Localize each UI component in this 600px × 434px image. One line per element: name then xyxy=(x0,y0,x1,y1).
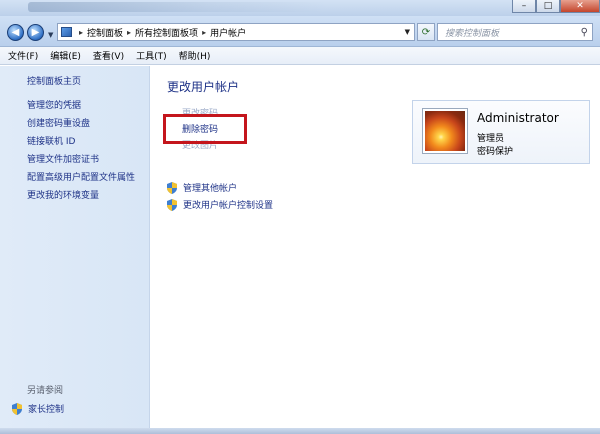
sidebar-item-password-reset-disk[interactable]: 创建密码重设盘 xyxy=(27,118,135,136)
avatar[interactable] xyxy=(422,108,468,154)
navigation-bar: ◀ ▶ ▼ ▸ 控制面板 ▸ 所有控制面板项 ▸ 用户帐户 ▼ ⟳ 搜索控制面板… xyxy=(0,16,600,47)
sidebar: 控制面板主页 管理您的凭据 创建密码重设盘 链接联机 ID 管理文件加密证书 配… xyxy=(0,66,150,434)
admin-links: 管理其他帐户 更改用户帐户控制设置 xyxy=(167,179,273,213)
window: – □ ✕ ◀ ▶ ▼ ▸ 控制面板 ▸ 所有控制面板项 ▸ 用户帐户 ▼ ⟳ … xyxy=(0,0,600,434)
breadcrumb-separator-icon[interactable]: ▸ xyxy=(79,28,83,37)
manage-other-accounts-label: 管理其他帐户 xyxy=(183,184,238,194)
menu-file[interactable]: 文件(F) xyxy=(8,49,38,62)
sidebar-item-file-encryption-certificates[interactable]: 管理文件加密证书 xyxy=(27,154,135,172)
sidebar-item-advanced-profile-properties[interactable]: 配置高级用户配置文件属性 xyxy=(27,172,135,190)
menu-bar: 文件(F) 编辑(E) 查看(V) 工具(T) 帮助(H) xyxy=(0,47,600,65)
menu-edit[interactable]: 编辑(E) xyxy=(50,49,81,62)
breadcrumb-separator-icon[interactable]: ▸ xyxy=(127,28,131,37)
uac-settings-label: 更改用户帐户控制设置 xyxy=(183,201,274,211)
parental-controls-label: 家长控制 xyxy=(28,405,65,415)
address-dropdown-icon[interactable]: ▼ xyxy=(405,28,410,36)
window-bottom-edge xyxy=(0,428,600,434)
refresh-icon: ⟳ xyxy=(421,26,431,38)
refresh-button[interactable]: ⟳ xyxy=(417,23,435,41)
menu-view[interactable]: 查看(V) xyxy=(93,49,124,62)
forward-button[interactable]: ▶ xyxy=(27,24,44,41)
sidebar-item-link-online-id[interactable]: 链接联机 ID xyxy=(27,136,135,154)
sidebar-task-list: 管理您的凭据 创建密码重设盘 链接联机 ID 管理文件加密证书 配置高级用户配置… xyxy=(27,100,135,208)
main-content: 更改用户帐户 更改密码 删除密码 更改图片 管理其他帐户 更改用户帐户控制设置 … xyxy=(150,66,600,434)
menu-tools[interactable]: 工具(T) xyxy=(136,49,167,62)
control-panel-icon xyxy=(61,27,72,37)
search-icon[interactable]: ⚲ xyxy=(581,27,588,38)
page-title: 更改用户帐户 xyxy=(167,80,240,94)
menu-help[interactable]: 帮助(H) xyxy=(179,49,211,62)
sidebar-item-manage-credentials[interactable]: 管理您的凭据 xyxy=(27,100,135,118)
breadcrumb-all-items[interactable]: 所有控制面板项 xyxy=(135,26,198,39)
maximize-button[interactable]: □ xyxy=(536,0,560,13)
breadcrumb-separator-icon[interactable]: ▸ xyxy=(202,28,206,37)
search-input[interactable]: 搜索控制面板 xyxy=(445,26,499,39)
recent-pages-dropdown[interactable]: ▼ xyxy=(48,31,53,39)
sidebar-item-environment-variables[interactable]: 更改我的环境变量 xyxy=(27,190,135,208)
password-status: 密码保护 xyxy=(477,147,514,157)
search-box[interactable]: 搜索控制面板 ⚲ xyxy=(437,23,593,41)
user-name: Administrator xyxy=(477,111,559,125)
shield-icon xyxy=(167,198,177,211)
title-bar-blurred-text xyxy=(28,2,328,12)
sidebar-item-parental-controls[interactable]: 家长控制 xyxy=(12,402,64,415)
manage-other-accounts-link[interactable]: 管理其他帐户 xyxy=(167,179,273,196)
address-bar[interactable]: ▸ 控制面板 ▸ 所有控制面板项 ▸ 用户帐户 ▼ xyxy=(57,23,415,41)
see-also-heading: 另请参阅 xyxy=(27,386,64,396)
minimize-button[interactable]: – xyxy=(512,0,536,13)
sidebar-control-panel-home[interactable]: 控制面板主页 xyxy=(27,74,81,87)
shield-icon xyxy=(12,402,22,415)
back-button[interactable]: ◀ xyxy=(7,24,24,41)
breadcrumb-user-accounts[interactable]: 用户帐户 xyxy=(210,26,246,39)
forward-arrow-icon: ▶ xyxy=(31,27,40,38)
uac-settings-link[interactable]: 更改用户帐户控制设置 xyxy=(167,196,273,213)
user-account-tile: Administrator 管理员 密码保护 xyxy=(412,100,590,164)
back-arrow-icon: ◀ xyxy=(11,27,20,38)
shield-icon xyxy=(167,181,177,194)
close-button[interactable]: ✕ xyxy=(560,0,600,13)
red-highlight-box xyxy=(163,114,247,144)
title-bar: – □ ✕ xyxy=(0,0,600,16)
breadcrumb-control-panel[interactable]: 控制面板 xyxy=(87,26,123,39)
user-role: 管理员 xyxy=(477,134,505,144)
window-controls: – □ ✕ xyxy=(512,0,600,14)
